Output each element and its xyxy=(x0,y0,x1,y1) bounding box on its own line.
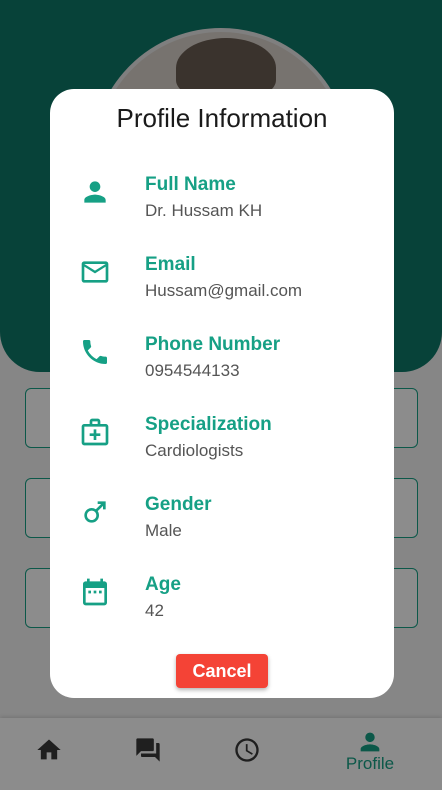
dialog-title: Profile Information xyxy=(116,103,328,133)
field-label: Gender xyxy=(145,494,212,515)
email-icon xyxy=(79,256,111,288)
medical-bag-icon xyxy=(79,416,111,448)
male-icon xyxy=(79,496,111,528)
field-value: 42 xyxy=(145,601,164,620)
field-label: Age xyxy=(145,574,181,595)
field-phone-number: Phone Number 0954544133 xyxy=(50,334,394,394)
field-value: 0954544133 xyxy=(145,361,240,380)
field-value: Male xyxy=(145,521,182,540)
person-icon xyxy=(79,176,111,208)
profile-info-dialog: Profile Information Full Name Dr. Hussam… xyxy=(50,89,394,698)
field-label: Specialization xyxy=(145,414,272,435)
field-email: Email Hussam@gmail.com xyxy=(50,254,394,314)
field-value: Dr. Hussam KH xyxy=(145,201,263,220)
field-label: Full Name xyxy=(145,174,236,195)
field-full-name: Full Name Dr. Hussam KH xyxy=(50,174,394,234)
field-value: Hussam@gmail.com xyxy=(145,281,303,300)
field-label: Email xyxy=(145,254,196,275)
cancel-button[interactable]: Cancel xyxy=(176,654,268,688)
field-gender: Gender Male xyxy=(50,494,394,554)
field-label: Phone Number xyxy=(145,334,281,355)
phone-icon xyxy=(79,336,111,368)
calendar-icon xyxy=(79,576,111,608)
field-value: Cardiologists xyxy=(145,441,244,460)
field-age: Age 42 xyxy=(50,574,394,634)
field-specialization: Specialization Cardiologists xyxy=(50,414,394,474)
